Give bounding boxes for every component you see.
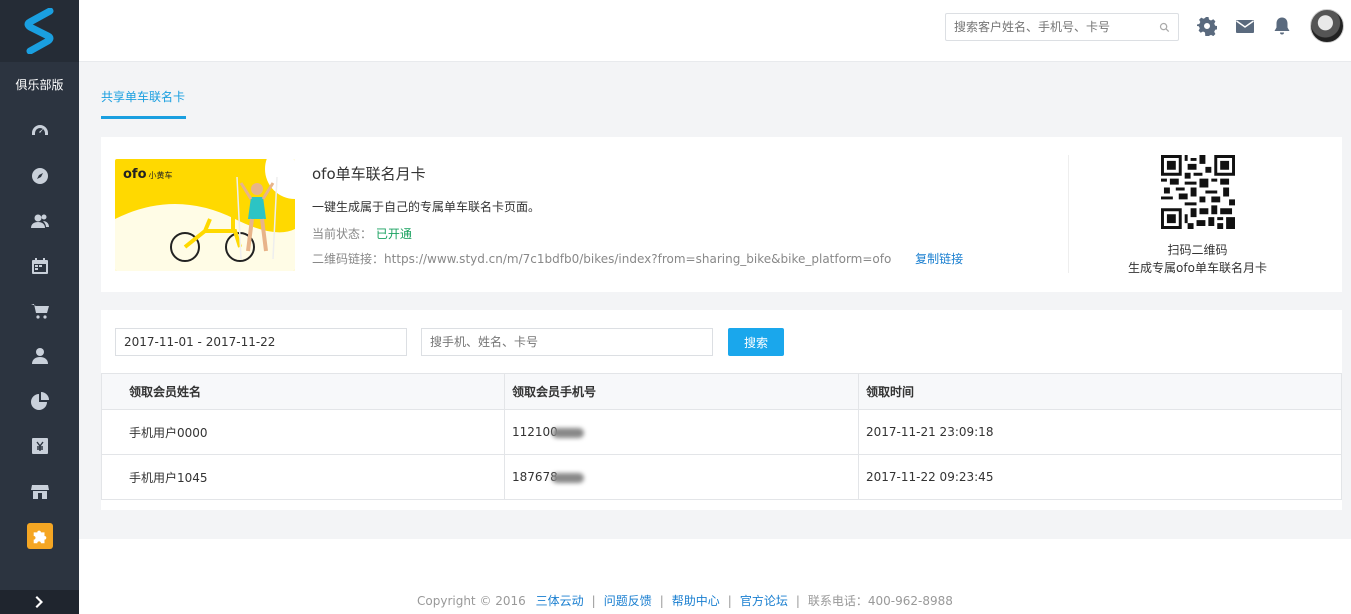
table-header-row: 领取会员姓名 领取会员手机号 领取时间	[101, 373, 1342, 410]
cell-name: 手机用户1045	[101, 454, 505, 500]
status-row: 当前状态： 已开通	[312, 225, 1032, 242]
mail-icon	[1236, 20, 1254, 33]
copyright: Copyright © 2016	[417, 594, 526, 608]
search-icon[interactable]	[1159, 22, 1170, 33]
app-logo[interactable]	[0, 0, 79, 62]
notifications-button[interactable]	[1272, 16, 1292, 36]
card-brand: ofo 小黄车	[123, 167, 173, 182]
filter-bar: 搜索	[115, 328, 784, 356]
cart-icon	[30, 303, 49, 319]
puzzle-icon	[33, 530, 46, 543]
footer-link-feedback[interactable]: 问题反馈	[604, 594, 652, 608]
brand-name: ofo	[123, 167, 147, 182]
card-description: 一键生成属于自己的专属单车联名卡页面。	[312, 200, 541, 214]
sidebar-item-plugins[interactable]	[0, 513, 79, 558]
tab-bar: 共享单车联名卡	[101, 86, 186, 119]
footer: Copyright © 2016 三体云动 | 问题反馈 | 帮助中心 | 官方论坛 | 联系电…	[79, 539, 1351, 614]
avatar[interactable]	[1310, 9, 1344, 43]
card-title: ofo单车联名月卡	[312, 165, 426, 183]
sidebar-item-finance[interactable]	[0, 423, 79, 468]
bell-icon	[1274, 17, 1290, 35]
ofo-card-image: ofo 小黄车	[115, 159, 295, 271]
footer-link-help[interactable]: 帮助中心	[672, 594, 720, 608]
settings-button[interactable]	[1196, 16, 1218, 39]
divider	[1068, 155, 1069, 273]
col-header-name: 领取会员姓名	[101, 373, 505, 410]
records-table: 领取会员姓名 领取会员手机号 领取时间 手机用户0000 112100 2017…	[101, 373, 1342, 500]
sidebar-item-dashboard[interactable]	[0, 108, 79, 153]
qr-link-row: 二维码链接：https://www.styd.cn/m/7c1bdfb0/bik…	[312, 250, 1032, 267]
status-label: 当前状态：	[312, 227, 373, 241]
table-row: 手机用户1045 187678 2017-11-22 09:23:45	[101, 454, 1342, 500]
chevron-right-icon	[35, 596, 43, 608]
separator: |	[591, 594, 596, 608]
phone-value: 187678	[512, 470, 558, 484]
compass-icon	[31, 167, 48, 184]
store-icon	[30, 484, 49, 499]
cell-name: 手机用户0000	[101, 409, 505, 455]
masked-digits	[551, 427, 584, 438]
sidebar-item-members[interactable]	[0, 198, 79, 243]
qr-code-icon	[1160, 155, 1235, 229]
sidebar-expand-button[interactable]	[0, 590, 79, 614]
users-icon	[30, 214, 49, 228]
status-badge: 已开通	[375, 227, 412, 241]
footer-link-forum[interactable]: 官方论坛	[740, 594, 788, 608]
sidebar-item-staff[interactable]	[0, 333, 79, 378]
tab-bike-card[interactable]: 共享单车联名卡	[101, 86, 186, 119]
separator: |	[659, 594, 664, 608]
gear-icon	[1196, 17, 1218, 39]
footer-link-company[interactable]: 三体云动	[536, 594, 584, 608]
main-content: 共享单车联名卡 ofo 小黄车 ofo单车联名月卡 一键生成属于自己的专属单车联名…	[79, 62, 1351, 539]
customer-search-input[interactable]	[954, 20, 1159, 34]
sidebar-item-store[interactable]	[0, 468, 79, 513]
pie-chart-icon	[30, 391, 49, 410]
separator: |	[727, 594, 732, 608]
messages-button[interactable]	[1235, 16, 1255, 36]
sidebar-item-calendar[interactable]	[0, 243, 79, 288]
separator: |	[795, 594, 800, 608]
cell-time: 2017-11-22 09:23:45	[858, 454, 1342, 500]
col-header-phone: 领取会员手机号	[504, 373, 859, 410]
sidebar: 俱乐部版	[0, 0, 79, 614]
qr-link-label: 二维码链接：	[312, 252, 385, 266]
masked-digits	[551, 472, 584, 483]
edition-label: 俱乐部版	[15, 78, 64, 92]
bike-card-panel: ofo 小黄车 ofo单车联名月卡 一键生成属于自己的专属单车联名卡页面。 当前状…	[101, 137, 1342, 292]
top-bar	[79, 0, 1351, 62]
sidebar-item-compass[interactable]	[0, 153, 79, 198]
footer-text: Copyright © 2016 三体云动 | 问题反馈 | 帮助中心 | 官方论坛 | 联系电…	[417, 592, 953, 609]
copy-link-button[interactable]: 复制链接	[915, 252, 963, 266]
qr-link-url: https://www.styd.cn/m/7c1bdfb0/bikes/ind…	[384, 252, 892, 266]
dashboard-icon	[31, 124, 48, 135]
date-range-input[interactable]	[115, 328, 407, 356]
phone-value: 112100	[512, 425, 558, 439]
logo-icon	[24, 8, 53, 54]
qr-section: 扫码二维码 生成专属ofo单车联名月卡	[1101, 155, 1294, 277]
calendar-icon	[31, 257, 48, 274]
brand-sub: 小黄车	[148, 171, 173, 180]
card-info: ofo单车联名月卡 一键生成属于自己的专属单车联名卡页面。 当前状态： 已开通 …	[312, 163, 1032, 275]
sidebar-nav	[0, 108, 79, 558]
sidebar-item-shop[interactable]	[0, 288, 79, 333]
user-icon	[31, 347, 48, 364]
cell-phone: 112100	[504, 409, 859, 455]
qr-caption-1: 扫码二维码	[1167, 243, 1228, 257]
records-panel: 搜索 领取会员姓名 领取会员手机号 领取时间 手机用户0000 112100 2…	[101, 310, 1342, 510]
qr-caption-2: 生成专属ofo单车联名月卡	[1128, 261, 1267, 275]
yen-icon	[31, 437, 48, 454]
customer-search	[945, 13, 1179, 41]
contact-phone: 联系电话：400-962-8988	[807, 594, 953, 608]
sidebar-item-reports[interactable]	[0, 378, 79, 423]
col-header-time: 领取时间	[858, 373, 1342, 410]
keyword-search-input[interactable]	[421, 328, 713, 356]
cell-phone: 187678	[504, 454, 859, 500]
search-button[interactable]: 搜索	[728, 328, 784, 356]
cell-time: 2017-11-21 23:09:18	[858, 409, 1342, 455]
table-row: 手机用户0000 112100 2017-11-21 23:09:18	[101, 409, 1342, 455]
active-indicator	[26, 522, 53, 549]
